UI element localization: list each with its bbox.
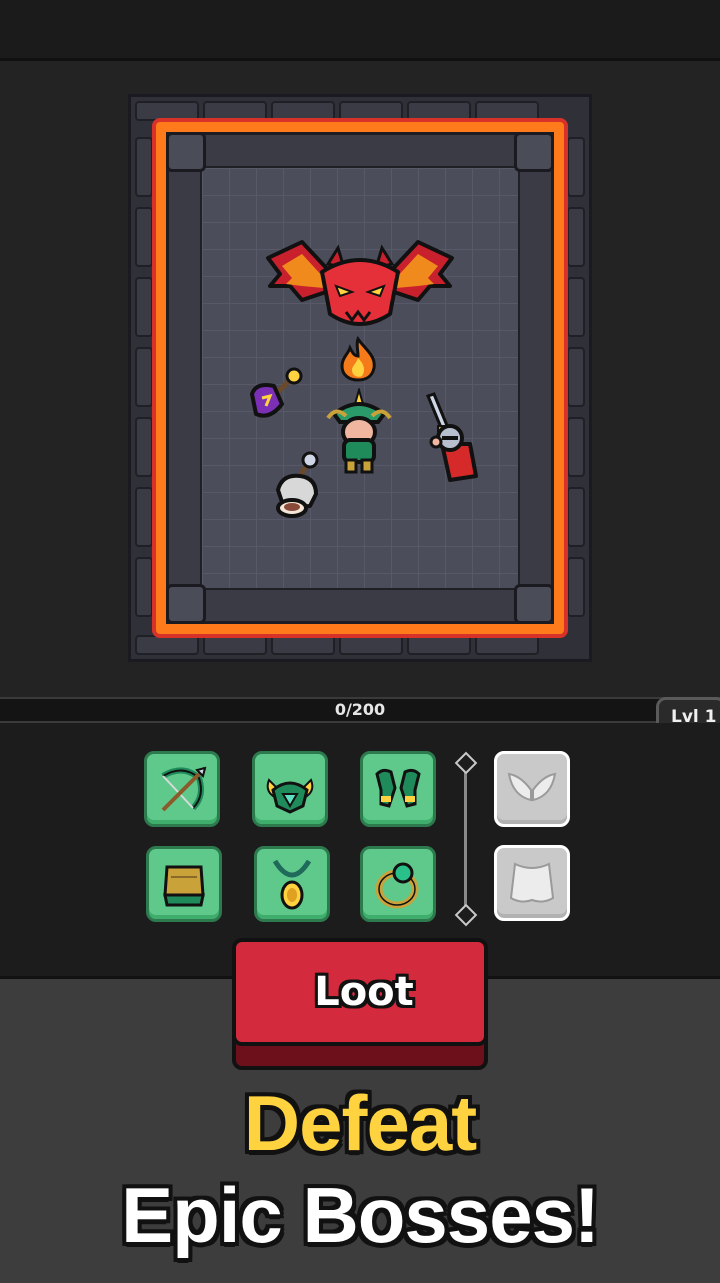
corner-pillar (514, 584, 554, 624)
promo-headline-line1: Defeat (243, 1079, 477, 1167)
corner-pillar (514, 132, 554, 172)
green-armored-leader-hero[interactable] (324, 386, 394, 474)
ring-icon (375, 862, 419, 909)
gauntlets-icon (375, 768, 421, 808)
equipment-slot-bow[interactable] (144, 751, 220, 827)
knight-hero-with-sword[interactable] (420, 392, 480, 484)
purple-mage-hero[interactable] (246, 364, 306, 424)
top-bar (0, 0, 720, 61)
equipment-slot-amulet[interactable] (254, 846, 330, 922)
amulet-icon (272, 859, 312, 910)
equipment-slot-wings-locked[interactable] (494, 751, 570, 827)
xp-progress-text: 0/200 (334, 700, 386, 719)
corner-pillar (166, 584, 206, 624)
equipment-slot-gauntlets[interactable] (360, 751, 436, 827)
red-dragon-boss[interactable] (262, 234, 458, 334)
xp-progress-bar: 0/200 (0, 697, 720, 723)
fire-icon (336, 335, 380, 382)
cape-icon (509, 862, 555, 903)
promo-headline-line2: Epic Bosses! (121, 1171, 600, 1259)
horned-helmet-icon (266, 778, 314, 814)
equipment-slot-helmet[interactable] (252, 751, 328, 827)
loot-button[interactable]: Loot (232, 938, 488, 1070)
loot-button-label: Loot (314, 969, 414, 1015)
mace-warrior-hero[interactable] (270, 450, 330, 520)
equipment-slot-cape-locked[interactable] (494, 845, 570, 921)
equipment-slot-ring[interactable] (360, 846, 436, 922)
wings-icon (507, 772, 557, 802)
corner-pillar (166, 132, 206, 172)
equipment-slot-boots[interactable] (146, 846, 222, 922)
bow-icon (161, 766, 207, 812)
boots-icon (163, 865, 205, 907)
slot-divider-scrollbar[interactable] (464, 770, 467, 906)
